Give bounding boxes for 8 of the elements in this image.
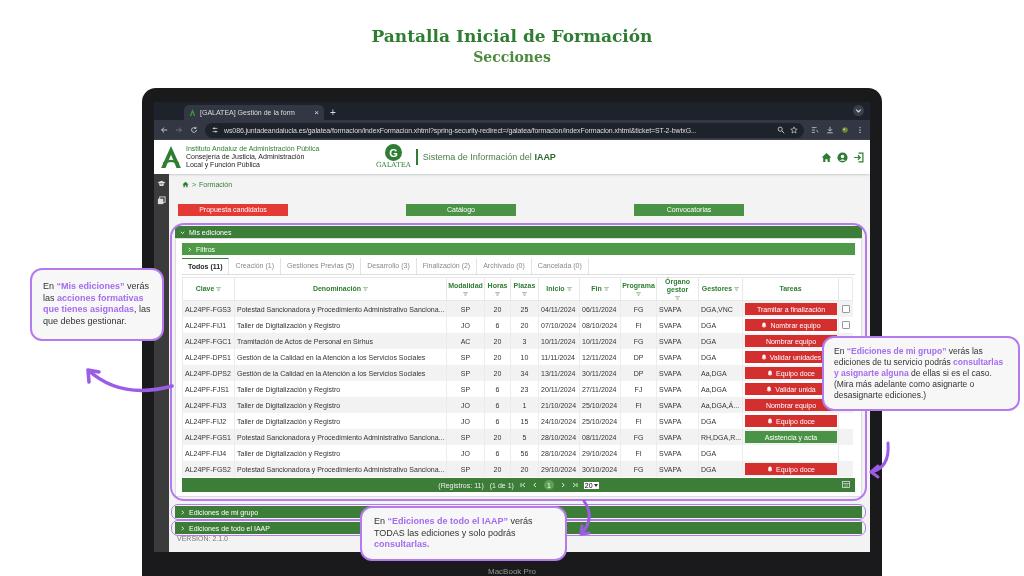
slide-title: Pantalla Inicial de Formación [371,26,653,46]
system-title: Sistema de Información del IAAP [415,149,556,165]
callout-tooltip: En “Ediciones de todo el IAAP” verás TODAS las ediciones y solo podrás consultarlas. [360,506,567,562]
device-label: MacBook Pro [488,567,536,576]
slide-subtitle: Secciones [473,49,551,65]
callout-tooltip: En “Ediciones de mi grupo” verás las ediciones de tu servicio podrás consultarlas y asignarte alguna de ellas si es el caso. (Mira más adelante como asignarte o desasignarte ediciones.) [822,336,1020,412]
galatea-logo: G [384,144,402,161]
callout-tooltip: En “Mis ediciones” verás las acciones formativas que tienes asignadas, las que debes gestionar. [30,268,164,341]
